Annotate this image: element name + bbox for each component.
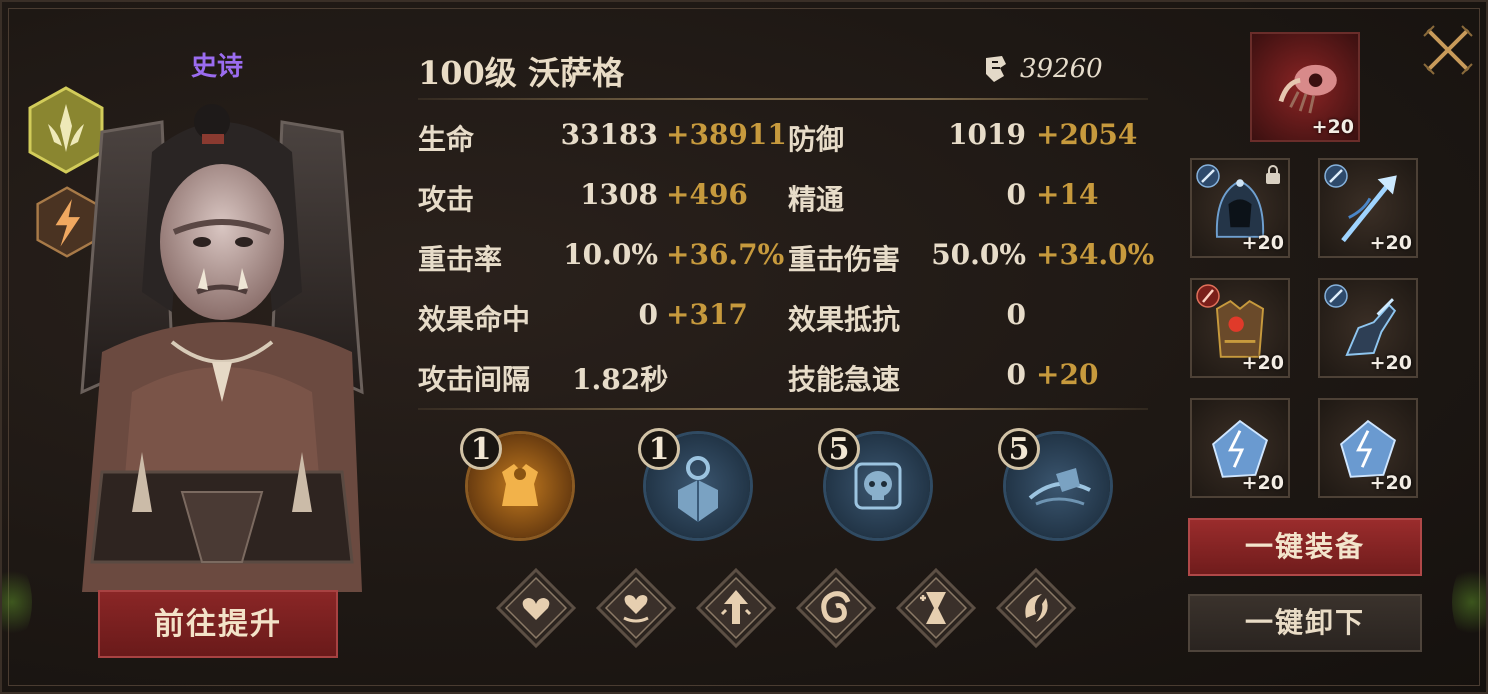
rarity-label: 史诗 bbox=[190, 52, 243, 82]
stat-effect-resist: 效果抵抗 0 bbox=[788, 298, 1026, 336]
equip-slot-accessory-2[interactable]: +20 bbox=[1318, 398, 1418, 498]
equip-slot-helmet[interactable]: +20 bbox=[1190, 158, 1290, 258]
hero-detail-panel: 史诗 前往提升 100级 沃萨格 39260 生命 33183 +38911 防… bbox=[0, 0, 1488, 694]
equip-all-button[interactable]: 一键装备 bbox=[1188, 518, 1422, 576]
trait-arrow-up[interactable] bbox=[695, 567, 777, 649]
equip-slot-weapon[interactable]: +20 bbox=[1250, 32, 1360, 142]
sword-class-icon bbox=[1324, 164, 1348, 188]
moss-decoration bbox=[2, 562, 32, 642]
combat-power-value: 39260 bbox=[1020, 54, 1103, 84]
trait-swirl[interactable] bbox=[795, 567, 877, 649]
stat-attack-bonus: +496 bbox=[666, 178, 748, 211]
heart-icon bbox=[495, 567, 577, 649]
equip-level: +20 bbox=[1241, 232, 1284, 254]
trait-heart-heal[interactable] bbox=[595, 567, 677, 649]
equip-slot-gloves[interactable]: +20 bbox=[1318, 278, 1418, 378]
equip-slot-weapon-secondary[interactable]: +20 bbox=[1318, 158, 1418, 258]
unequip-all-button[interactable]: 一键卸下 bbox=[1188, 594, 1422, 652]
divider bbox=[418, 408, 1148, 410]
crescent-spin-icon bbox=[995, 567, 1077, 649]
skill-level-badge: 5 bbox=[998, 428, 1040, 470]
skill-axe[interactable]: 5 bbox=[998, 428, 1110, 538]
skill-skull[interactable]: 5 bbox=[818, 428, 930, 538]
moss-decoration bbox=[1452, 562, 1486, 642]
trait-hourglass[interactable] bbox=[895, 567, 977, 649]
stat-skill-haste-bonus: +20 bbox=[1036, 358, 1099, 391]
stat-defense: 防御 1019 bbox=[788, 118, 1026, 156]
skill-shield[interactable]: 1 bbox=[638, 428, 750, 538]
swirl-icon bbox=[795, 567, 877, 649]
sword-class-icon bbox=[1324, 284, 1348, 308]
stat-defense-bonus: +2054 bbox=[1036, 118, 1138, 151]
skill-level-badge: 1 bbox=[460, 428, 502, 470]
close-button[interactable] bbox=[1420, 22, 1476, 78]
stat-hp: 生命 33183 bbox=[418, 118, 658, 156]
trait-heart[interactable] bbox=[495, 567, 577, 649]
fire-class-icon bbox=[1196, 284, 1220, 308]
stat-hp-bonus: +38911 bbox=[666, 118, 787, 151]
stat-effect-hit: 效果命中 0 bbox=[418, 298, 658, 336]
arrow-up-icon bbox=[695, 567, 777, 649]
skill-level-badge: 1 bbox=[638, 428, 680, 470]
trait-crescent-spin[interactable] bbox=[995, 567, 1077, 649]
lock-icon bbox=[1266, 165, 1280, 184]
equip-level: +20 bbox=[1369, 232, 1412, 254]
hourglass-icon bbox=[895, 567, 977, 649]
divider bbox=[418, 98, 1148, 100]
hero-portrait bbox=[62, 92, 382, 592]
sword-class-icon bbox=[1196, 164, 1220, 188]
stat-crit-damage: 重击伤害 50.0% bbox=[788, 238, 1026, 276]
stat-mastery: 精通 0 bbox=[788, 178, 1026, 216]
stat-crit-damage-bonus: +34.0% bbox=[1036, 238, 1155, 271]
power-fist-icon bbox=[986, 56, 1006, 82]
equip-level: +20 bbox=[1311, 116, 1354, 138]
stat-crit-rate: 重击率 10.0% bbox=[418, 238, 658, 276]
heart-heal-icon bbox=[595, 567, 677, 649]
go-upgrade-button[interactable]: 前往提升 bbox=[98, 590, 338, 658]
stat-effect-hit-bonus: +317 bbox=[666, 298, 748, 331]
equip-slot-armor[interactable]: +20 bbox=[1190, 278, 1290, 378]
skill-level-badge: 5 bbox=[818, 428, 860, 470]
equip-level: +20 bbox=[1241, 352, 1284, 374]
close-icon bbox=[1423, 25, 1473, 75]
stat-attack-interval: 攻击间隔 1.82秒 bbox=[418, 363, 669, 396]
skill-armor[interactable]: 1 bbox=[460, 428, 572, 538]
equip-level: +20 bbox=[1369, 352, 1412, 374]
combat-power: 39260 bbox=[982, 54, 1103, 84]
equip-level: +20 bbox=[1369, 472, 1412, 494]
stat-skill-haste: 技能急速 0 bbox=[788, 358, 1026, 396]
equip-slot-accessory-1[interactable]: +20 bbox=[1190, 398, 1290, 498]
equip-level: +20 bbox=[1241, 472, 1284, 494]
stat-attack: 攻击 1308 bbox=[418, 178, 658, 216]
stat-mastery-bonus: +14 bbox=[1036, 178, 1099, 211]
hero-title: 100级 沃萨格 bbox=[418, 54, 624, 92]
stat-crit-rate-bonus: +36.7% bbox=[666, 238, 785, 271]
